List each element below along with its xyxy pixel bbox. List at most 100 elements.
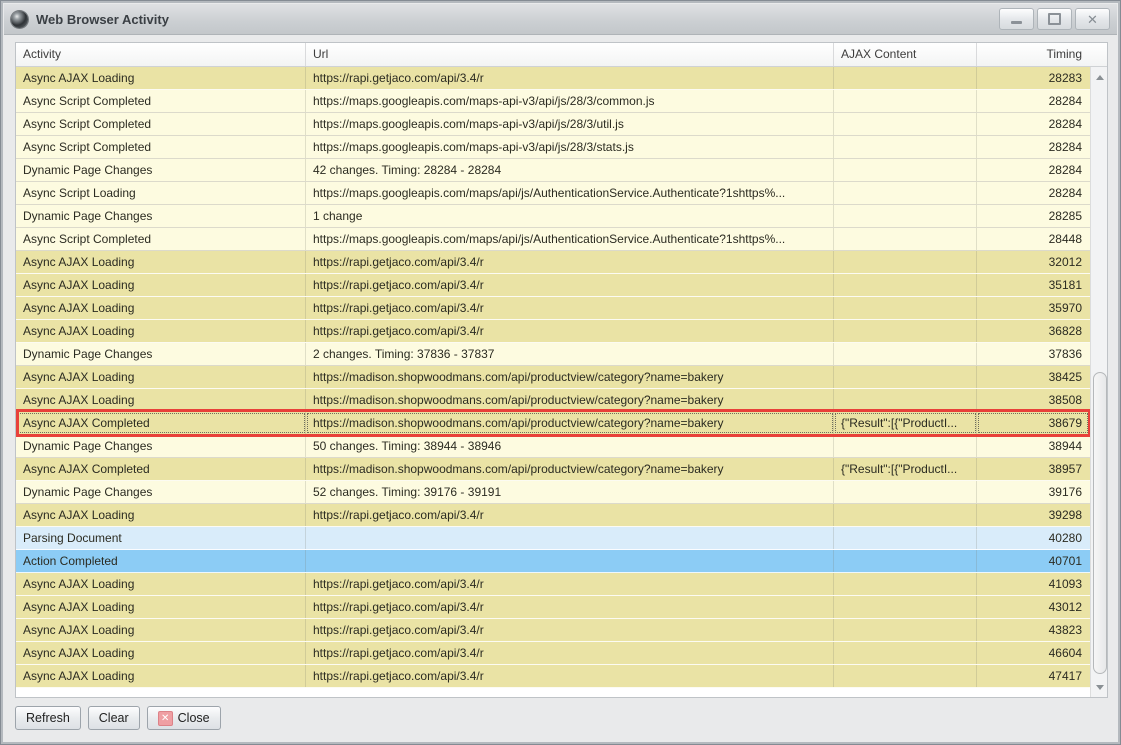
cell-timing: 43823 bbox=[977, 619, 1089, 641]
cell-url: https://maps.googleapis.com/maps-api-v3/… bbox=[306, 113, 834, 135]
table-header-row: ActivityUrlAJAX ContentTiming bbox=[16, 43, 1107, 67]
cell-ajax-content bbox=[834, 619, 977, 641]
cell-ajax-content bbox=[834, 90, 977, 112]
table-row[interactable]: Async Script Completedhttps://maps.googl… bbox=[16, 90, 1090, 113]
activity-table: ActivityUrlAJAX ContentTiming Async AJAX… bbox=[15, 42, 1108, 698]
table-row[interactable]: Async AJAX Loadinghttps://rapi.getjaco.c… bbox=[16, 274, 1090, 297]
cell-ajax-content bbox=[834, 320, 977, 342]
cell-activity: Dynamic Page Changes bbox=[16, 343, 306, 365]
cell-url: 2 changes. Timing: 37836 - 37837 bbox=[306, 343, 834, 365]
window-controls: ✕ bbox=[999, 8, 1110, 30]
table-row[interactable]: Async Script Completedhttps://maps.googl… bbox=[16, 228, 1090, 251]
cell-activity: Parsing Document bbox=[16, 527, 306, 549]
cell-timing: 40701 bbox=[977, 550, 1089, 572]
cell-url: https://maps.googleapis.com/maps-api-v3/… bbox=[306, 90, 834, 112]
cell-timing: 35181 bbox=[977, 274, 1089, 296]
table-row[interactable]: Parsing Document40280 bbox=[16, 527, 1090, 550]
refresh-button[interactable]: Refresh bbox=[15, 706, 81, 730]
cell-activity: Async AJAX Loading bbox=[16, 67, 306, 89]
cell-timing: 28285 bbox=[977, 205, 1089, 227]
close-button[interactable]: ✕ Close bbox=[147, 706, 221, 730]
table-row[interactable]: Async AJAX Loadinghttps://rapi.getjaco.c… bbox=[16, 297, 1090, 320]
cell-timing: 28284 bbox=[977, 90, 1089, 112]
cell-timing: 38944 bbox=[977, 435, 1089, 457]
cell-activity: Async AJAX Loading bbox=[16, 619, 306, 641]
scroll-up-button[interactable] bbox=[1091, 69, 1108, 85]
cell-url: https://rapi.getjaco.com/api/3.4/r bbox=[306, 665, 834, 687]
table-row[interactable]: Async AJAX Loadinghttps://rapi.getjaco.c… bbox=[16, 596, 1090, 619]
scroll-down-icon bbox=[1096, 685, 1104, 690]
vertical-scrollbar[interactable] bbox=[1090, 67, 1107, 697]
minimize-icon bbox=[1011, 21, 1022, 24]
close-window-button[interactable]: ✕ bbox=[1075, 8, 1110, 30]
table-row[interactable]: Async AJAX Loadinghttps://rapi.getjaco.c… bbox=[16, 619, 1090, 642]
cell-activity: Action Completed bbox=[16, 550, 306, 572]
table-row[interactable]: Dynamic Page Changes1 change28285 bbox=[16, 205, 1090, 228]
table-row[interactable]: Async AJAX Completedhttps://madison.shop… bbox=[16, 458, 1090, 481]
table-row[interactable]: Dynamic Page Changes42 changes. Timing: … bbox=[16, 159, 1090, 182]
table-row[interactable]: Async AJAX Loadinghttps://madison.shopwo… bbox=[16, 389, 1090, 412]
column-header-ajax-content[interactable]: AJAX Content bbox=[834, 43, 977, 66]
cell-activity: Async AJAX Loading bbox=[16, 297, 306, 319]
minimize-button[interactable] bbox=[999, 8, 1034, 30]
table-row[interactable]: Action Completed 40701 bbox=[16, 550, 1090, 573]
cell-ajax-content bbox=[834, 596, 977, 618]
cell-activity: Async Script Completed bbox=[16, 228, 306, 250]
column-header-timing[interactable]: Timing bbox=[977, 43, 1089, 66]
table-row[interactable]: Async AJAX Loadinghttps://rapi.getjaco.c… bbox=[16, 320, 1090, 343]
cell-ajax-content bbox=[834, 205, 977, 227]
table-row[interactable]: Async AJAX Loadinghttps://rapi.getjaco.c… bbox=[16, 573, 1090, 596]
table-row[interactable]: Dynamic Page Changes52 changes. Timing: … bbox=[16, 481, 1090, 504]
scroll-down-button[interactable] bbox=[1091, 679, 1108, 695]
table-row[interactable]: Dynamic Page Changes2 changes. Timing: 3… bbox=[16, 343, 1090, 366]
table-row-selected[interactable]: Async AJAX Completedhttps://madison.shop… bbox=[16, 412, 1090, 435]
cell-url: https://rapi.getjaco.com/api/3.4/r bbox=[306, 596, 834, 618]
cell-ajax-content bbox=[834, 389, 977, 411]
table-row[interactable]: Dynamic Page Changes50 changes. Timing: … bbox=[16, 435, 1090, 458]
cell-url bbox=[306, 527, 834, 549]
cell-url: https://rapi.getjaco.com/api/3.4/r bbox=[306, 67, 834, 89]
column-header-filler bbox=[1089, 43, 1107, 66]
cell-activity: Async Script Completed bbox=[16, 90, 306, 112]
maximize-icon bbox=[1048, 13, 1061, 25]
cell-ajax-content bbox=[834, 159, 977, 181]
cell-timing: 43012 bbox=[977, 596, 1089, 618]
table-row[interactable]: Async AJAX Loadinghttps://rapi.getjaco.c… bbox=[16, 504, 1090, 527]
cell-url bbox=[306, 550, 834, 572]
cell-url: https://rapi.getjaco.com/api/3.4/r bbox=[306, 251, 834, 273]
cell-url: https://rapi.getjaco.com/api/3.4/r bbox=[306, 619, 834, 641]
cell-ajax-content bbox=[834, 435, 977, 457]
table-row[interactable]: Async AJAX Loadinghttps://madison.shopwo… bbox=[16, 366, 1090, 389]
cell-timing: 47417 bbox=[977, 665, 1089, 687]
table-row[interactable]: Async Script Loadinghttps://maps.googlea… bbox=[16, 182, 1090, 205]
cell-timing: 28284 bbox=[977, 113, 1089, 135]
cell-timing: 39298 bbox=[977, 504, 1089, 526]
table-row[interactable]: Async AJAX Loadinghttps://rapi.getjaco.c… bbox=[16, 67, 1090, 90]
clear-button[interactable]: Clear bbox=[88, 706, 140, 730]
cell-ajax-content bbox=[834, 182, 977, 204]
cell-timing: 38957 bbox=[977, 458, 1089, 480]
table-row[interactable]: Async AJAX Loadinghttps://rapi.getjaco.c… bbox=[16, 642, 1090, 665]
cell-timing: 36828 bbox=[977, 320, 1089, 342]
table-row[interactable]: Async AJAX Loadinghttps://rapi.getjaco.c… bbox=[16, 665, 1090, 688]
table-row[interactable]: Async Script Completedhttps://maps.googl… bbox=[16, 136, 1090, 159]
cell-ajax-content: {"Result":[{"ProductI... bbox=[834, 412, 977, 434]
cell-activity: Async AJAX Completed bbox=[16, 412, 306, 434]
maximize-button[interactable] bbox=[1037, 8, 1072, 30]
cell-url: 1 change bbox=[306, 205, 834, 227]
refresh-button-label: Refresh bbox=[26, 711, 70, 725]
cell-url: 52 changes. Timing: 39176 - 39191 bbox=[306, 481, 834, 503]
table-row[interactable]: Async AJAX Loadinghttps://rapi.getjaco.c… bbox=[16, 251, 1090, 274]
table-row[interactable]: Async Script Completedhttps://maps.googl… bbox=[16, 113, 1090, 136]
table-body: Async AJAX Loadinghttps://rapi.getjaco.c… bbox=[16, 67, 1090, 697]
cell-activity: Async AJAX Loading bbox=[16, 274, 306, 296]
cell-url: https://madison.shopwoodmans.com/api/pro… bbox=[306, 389, 834, 411]
column-header-activity[interactable]: Activity bbox=[16, 43, 306, 66]
cell-timing: 28283 bbox=[977, 67, 1089, 89]
column-header-url[interactable]: Url bbox=[306, 43, 834, 66]
scrollbar-thumb[interactable] bbox=[1093, 372, 1107, 674]
cell-ajax-content bbox=[834, 228, 977, 250]
clear-button-label: Clear bbox=[99, 711, 129, 725]
cell-ajax-content bbox=[834, 251, 977, 273]
cell-timing: 35970 bbox=[977, 297, 1089, 319]
